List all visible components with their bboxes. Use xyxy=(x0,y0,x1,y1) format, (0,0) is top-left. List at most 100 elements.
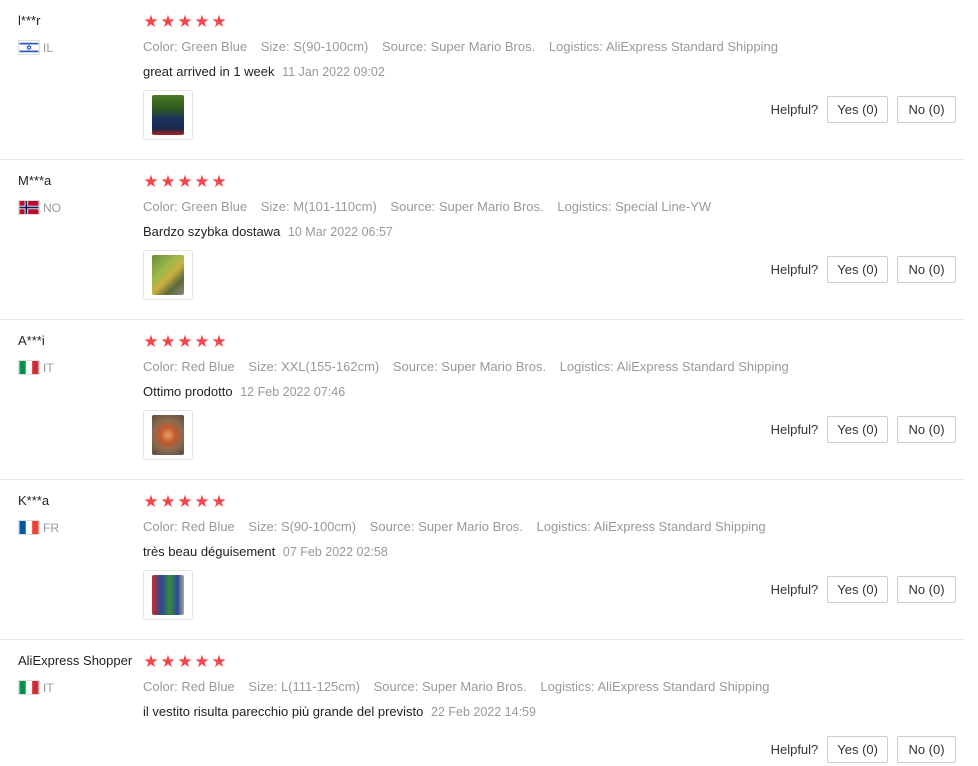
source-value: Super Mario Bros. xyxy=(438,199,544,214)
france-flag-icon xyxy=(18,520,40,535)
helpful-yes-button[interactable]: Yes (0) xyxy=(827,736,888,763)
source-value: Super Mario Bros. xyxy=(422,679,527,694)
star-icon: ★ xyxy=(194,332,210,351)
reviewer-name: M***a xyxy=(18,173,52,188)
country-code: IT xyxy=(43,360,54,375)
helpful-label: Helpful? xyxy=(770,262,819,277)
country-code: FR xyxy=(43,520,59,535)
logistics-label: Logistics: xyxy=(559,359,614,374)
review-photo xyxy=(152,95,184,135)
review-photo-thumbnail[interactable] xyxy=(143,90,193,140)
star-icon: ★ xyxy=(143,492,159,511)
review-text: Ottimo prodotto xyxy=(143,384,233,399)
italy-flag-icon xyxy=(18,680,40,695)
star-icon: ★ xyxy=(211,652,227,671)
source-value: Super Mario Bros. xyxy=(430,39,536,54)
star-icon: ★ xyxy=(160,172,176,191)
reviewer-country: NO xyxy=(18,200,61,215)
reviewer-country: IL xyxy=(18,40,53,55)
sku-attributes: Color: Red Blue Size: L(111-125cm) Sourc… xyxy=(143,679,780,694)
review-item: K***a FR ★ ★ ★ ★ ★ Color: Red Blue Size: S(9… xyxy=(0,480,964,640)
italy-flag-icon xyxy=(18,360,40,375)
norway-flag-icon xyxy=(18,200,40,215)
review-text: great arrived in 1 week xyxy=(143,64,275,79)
star-icon: ★ xyxy=(160,492,176,511)
source-label: Source: xyxy=(392,359,438,374)
star-rating: ★ ★ ★ ★ ★ xyxy=(143,173,227,191)
review-text-row: Ottimo prodotto 12 Feb 2022 07:46 xyxy=(143,384,345,399)
helpful-yes-button[interactable]: Yes (0) xyxy=(827,416,888,443)
helpful-yes-button[interactable]: Yes (0) xyxy=(827,576,888,603)
review-text-row: Bardzo szybka dostawa 10 Mar 2022 06:57 xyxy=(143,224,393,239)
logistics-label: Logistics: xyxy=(548,39,604,54)
color-value: Red Blue xyxy=(181,359,235,374)
review-photo-thumbnail[interactable] xyxy=(143,250,193,300)
star-rating: ★ ★ ★ ★ ★ xyxy=(143,493,227,511)
star-rating: ★ ★ ★ ★ ★ xyxy=(143,653,227,671)
size-value: S(90-100cm) xyxy=(280,519,357,534)
helpful-label: Helpful? xyxy=(770,582,819,597)
star-rating: ★ ★ ★ ★ ★ xyxy=(143,333,227,351)
reviewer-name: A***i xyxy=(18,333,45,348)
review-photo-thumbnail[interactable] xyxy=(143,570,193,620)
logistics-value: AliExpress Standard Shipping xyxy=(616,359,789,374)
logistics-value: AliExpress Standard Shipping xyxy=(593,519,766,534)
country-code: IL xyxy=(43,40,54,55)
review-photo xyxy=(152,415,184,455)
color-value: Red Blue xyxy=(181,679,235,694)
source-label: Source: xyxy=(373,679,419,694)
helpful-yes-button[interactable]: Yes (0) xyxy=(827,96,888,123)
review-text-row: très beau déguisement 07 Feb 2022 02:58 xyxy=(143,544,388,559)
reviewer-country: IT xyxy=(18,680,54,695)
logistics-value: Special Line-YW xyxy=(615,199,712,214)
sku-attributes: Color: Green Blue Size: M(101-110cm) Sou… xyxy=(143,199,721,214)
star-icon: ★ xyxy=(143,332,159,351)
review-date: 22 Feb 2022 14:59 xyxy=(431,705,536,719)
star-icon: ★ xyxy=(194,492,210,511)
helpful-label: Helpful? xyxy=(770,422,819,437)
source-label: Source: xyxy=(369,519,415,534)
size-value: M(101-110cm) xyxy=(293,199,377,214)
helpful-no-button[interactable]: No (0) xyxy=(897,416,956,443)
helpful-no-button[interactable]: No (0) xyxy=(897,256,956,283)
reviewer-name: AliExpress Shopper xyxy=(18,653,133,668)
sku-attributes: Color: Red Blue Size: S(90-100cm) Source… xyxy=(143,519,776,534)
reviewer-country: IT xyxy=(18,360,54,375)
israel-flag-icon xyxy=(18,40,40,55)
logistics-value: AliExpress Standard Shipping xyxy=(605,39,778,54)
logistics-label: Logistics: xyxy=(540,679,595,694)
review-text: il vestito risulta parecchio più grande … xyxy=(143,704,424,719)
review-date: 11 Jan 2022 09:02 xyxy=(282,65,385,79)
review-item: M***a NO ★ ★ ★ ★ ★ Color: Green Blue Size: M… xyxy=(0,160,964,320)
color-label: Color: xyxy=(143,679,178,694)
review-photo xyxy=(152,575,184,615)
review-photo xyxy=(152,255,184,295)
star-icon: ★ xyxy=(143,172,159,191)
country-code: NO xyxy=(43,200,61,215)
star-icon: ★ xyxy=(143,652,159,671)
star-icon: ★ xyxy=(211,12,227,31)
helpful-no-button[interactable]: No (0) xyxy=(897,736,956,763)
star-icon: ★ xyxy=(160,332,176,351)
helpful-no-button[interactable]: No (0) xyxy=(897,576,956,603)
source-value: Super Mario Bros. xyxy=(441,359,547,374)
star-icon: ★ xyxy=(160,12,176,31)
size-label: Size: xyxy=(248,359,278,374)
helpful-no-button[interactable]: No (0) xyxy=(897,96,956,123)
star-icon: ★ xyxy=(194,652,210,671)
review-text: très beau déguisement xyxy=(143,544,276,559)
helpful-yes-button[interactable]: Yes (0) xyxy=(827,256,888,283)
star-icon: ★ xyxy=(143,12,159,31)
review-photo-thumbnail[interactable] xyxy=(143,410,193,460)
source-label: Source: xyxy=(382,39,427,54)
star-icon: ★ xyxy=(211,172,227,191)
logistics-value: AliExpress Standard Shipping xyxy=(597,679,770,694)
source-value: Super Mario Bros. xyxy=(418,519,523,534)
size-label: Size: xyxy=(260,199,290,214)
size-label: Size: xyxy=(248,679,278,694)
country-code: IT xyxy=(43,680,54,695)
star-icon: ★ xyxy=(177,492,193,511)
review-date: 12 Feb 2022 07:46 xyxy=(240,385,346,399)
size-value: XXL(155-162cm) xyxy=(280,359,380,374)
review-date: 10 Mar 2022 06:57 xyxy=(287,225,393,239)
